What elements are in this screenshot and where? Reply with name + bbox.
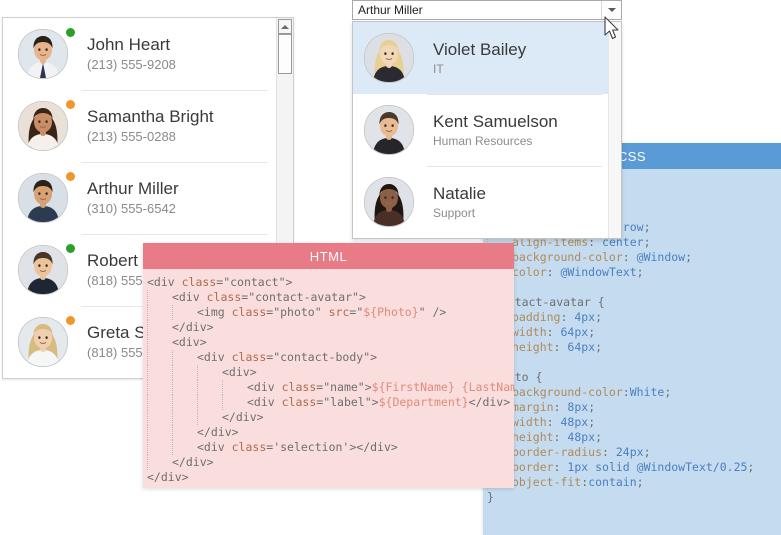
scroll-up-button[interactable] bbox=[278, 19, 292, 34]
avatar-photo bbox=[18, 101, 68, 151]
contact-list-item[interactable]: Arthur Miller (310) 555-6542 bbox=[3, 162, 276, 234]
avatar-photo bbox=[18, 317, 68, 367]
avatar bbox=[357, 26, 421, 90]
css-code-line: border-radius: 24px; bbox=[487, 445, 781, 460]
dropdown-item-name: Kent Samuelson bbox=[433, 111, 558, 131]
css-code-line: width: 48px; bbox=[487, 415, 781, 430]
css-code-line: margin: 8px; bbox=[487, 400, 781, 415]
html-code-line: <div class='selection'></div> bbox=[147, 440, 514, 455]
css-code-line: .photo { bbox=[487, 370, 543, 384]
css-code-line: background-color:White; bbox=[487, 385, 781, 400]
avatar bbox=[11, 166, 75, 230]
contact-body: John Heart (213) 555-9208 bbox=[75, 34, 176, 74]
css-code-line: .contact-avatar { bbox=[487, 295, 605, 309]
css-code-line: } bbox=[487, 280, 781, 295]
css-code-line: height: 64px; bbox=[487, 340, 781, 355]
html-code-body: <div class="contact"> <div class="contact… bbox=[143, 269, 514, 488]
html-code-line: <div class="contact-avatar"> bbox=[147, 290, 514, 305]
avatar-photo bbox=[364, 177, 414, 227]
html-code-line: <img class="photo" src="${Photo}" /> bbox=[147, 305, 514, 320]
html-code-line: <div class="contact-body"> bbox=[147, 350, 514, 365]
html-code-panel: HTML <div class="contact"> <div class="co… bbox=[143, 243, 514, 488]
avatar bbox=[11, 238, 75, 302]
dropdown-item[interactable]: Natalie Support bbox=[353, 166, 608, 238]
contact-body: Arthur Miller (310) 555-6542 bbox=[75, 178, 179, 218]
dropdown-viewport: Violet Bailey IT Kent Samuelson Human Resou… bbox=[353, 22, 608, 238]
avatar bbox=[357, 170, 421, 234]
scrollbar-thumb[interactable] bbox=[278, 34, 292, 74]
avatar-photo bbox=[18, 29, 68, 79]
combobox-value[interactable]: Arthur Miller bbox=[353, 3, 601, 17]
contact-combobox[interactable]: Arthur Miller Violet Bailey IT Kent Samuel… bbox=[352, 0, 622, 239]
combobox-dropdown-list[interactable]: Violet Bailey IT Kent Samuelson Human Resou… bbox=[352, 21, 622, 239]
css-code-line: background-color: @Window; bbox=[487, 250, 781, 265]
avatar bbox=[11, 310, 75, 374]
dropdown-item-name: Violet Bailey bbox=[433, 39, 527, 59]
html-code-line: </div> bbox=[147, 320, 514, 335]
avatar-photo bbox=[364, 105, 414, 155]
dropdown-scrollbar[interactable] bbox=[608, 22, 621, 238]
status-indicator-online bbox=[66, 28, 75, 37]
avatar-photo bbox=[18, 173, 68, 223]
html-code-line: </div> bbox=[147, 470, 189, 484]
css-code-line: color: @WindowText; bbox=[487, 265, 781, 280]
status-indicator-online bbox=[66, 244, 75, 253]
avatar bbox=[11, 22, 75, 86]
status-indicator-away bbox=[66, 316, 75, 325]
avatar-photo bbox=[364, 33, 414, 83]
html-code-line: <div> bbox=[147, 335, 514, 350]
dropdown-item-department: Human Resources bbox=[433, 133, 533, 148]
html-code-line: <div class="label">${Department}</div> bbox=[147, 395, 514, 410]
dropdown-item-body: Violet Bailey IT bbox=[421, 39, 526, 78]
dropdown-item-body: Natalie Support bbox=[421, 183, 486, 222]
contact-phone: (213) 555-0288 bbox=[87, 129, 176, 144]
avatar bbox=[357, 98, 421, 162]
dropdown-item[interactable]: Violet Bailey IT bbox=[353, 22, 608, 94]
css-code-line: } bbox=[487, 355, 781, 370]
css-code-line: padding: 4px; bbox=[487, 310, 781, 325]
html-code-line: </div> bbox=[147, 425, 514, 440]
contact-name: Arthur Miller bbox=[87, 179, 179, 198]
combobox-dropdown-button[interactable] bbox=[601, 1, 621, 19]
contact-phone: (310) 555-6542 bbox=[87, 201, 176, 216]
chevron-down-icon bbox=[607, 8, 616, 12]
dropdown-item-department: IT bbox=[433, 61, 444, 76]
html-code-line: <div class="name">${FirstName} {LastName… bbox=[147, 380, 514, 395]
contact-list-item[interactable]: John Heart (213) 555-9208 bbox=[3, 18, 276, 90]
css-code-line: object-fit:contain; bbox=[487, 475, 781, 490]
dropdown-item-department: Support bbox=[433, 205, 476, 220]
combobox-field[interactable]: Arthur Miller bbox=[352, 0, 622, 20]
html-code-line: <div class="contact"> bbox=[147, 275, 293, 289]
html-code-line: </div> bbox=[147, 455, 514, 470]
avatar-photo bbox=[18, 245, 68, 295]
contact-name: Samantha Bright bbox=[87, 107, 214, 126]
html-panel-title: HTML bbox=[143, 243, 514, 269]
css-code-line: } bbox=[487, 490, 494, 504]
css-code-line: height: 48px; bbox=[487, 430, 781, 445]
dropdown-item-name: Natalie bbox=[433, 183, 486, 203]
arrow-up-icon bbox=[281, 24, 289, 29]
dropdown-item-body: Kent Samuelson Human Resources bbox=[421, 111, 558, 150]
css-code-line: width: 64px; bbox=[487, 325, 781, 340]
status-indicator-away bbox=[66, 172, 75, 181]
contact-phone: (213) 555-9208 bbox=[87, 57, 176, 72]
contact-body: Samantha Bright (213) 555-0288 bbox=[75, 106, 214, 146]
avatar bbox=[11, 94, 75, 158]
status-indicator-away bbox=[66, 100, 75, 109]
contact-name: John Heart bbox=[87, 35, 171, 54]
css-code-line: border: 1px solid @WindowText/0.25; bbox=[487, 460, 781, 475]
html-code-line: <div> bbox=[147, 365, 514, 380]
dropdown-item[interactable]: Kent Samuelson Human Resources bbox=[353, 94, 608, 166]
contact-list-item[interactable]: Samantha Bright (213) 555-0288 bbox=[3, 90, 276, 162]
html-code-line: </div> bbox=[147, 410, 514, 425]
